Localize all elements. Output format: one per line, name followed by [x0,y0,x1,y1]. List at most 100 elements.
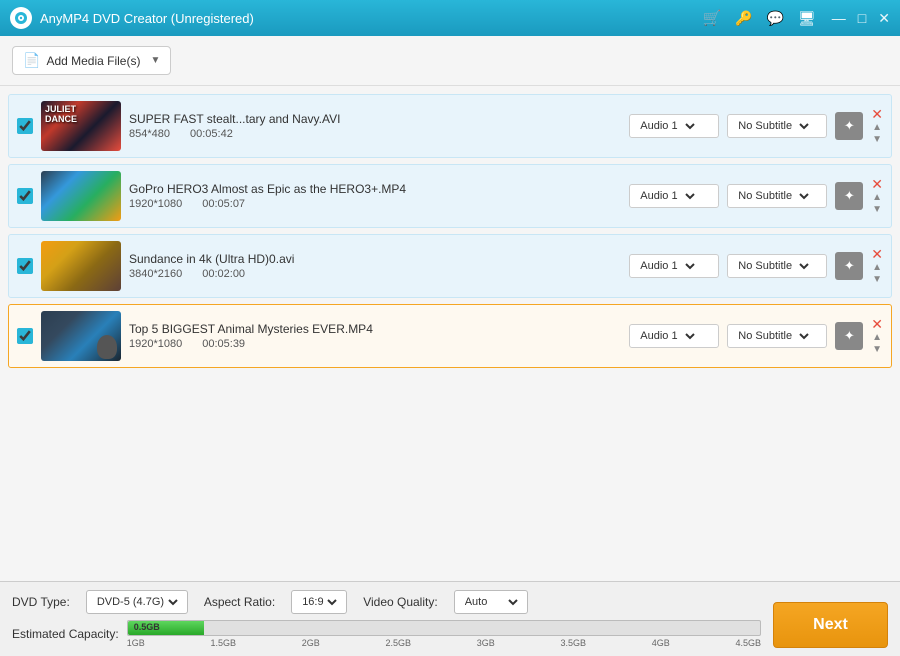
thumbnail-1: JULIETDANCE [41,101,121,151]
delete-button-3[interactable]: ✕ [871,247,883,261]
edit-button-1[interactable]: ✦ [835,112,863,140]
media-info-2: GoPro HERO3 Almost as Epic as the HERO3+… [129,182,621,210]
tick-25gb: 2.5GB [385,638,411,648]
app-title: AnyMP4 DVD Creator (Unregistered) [40,11,702,26]
move-down-button-3[interactable]: ▼ [872,274,882,286]
add-media-label: Add Media File(s) [46,54,140,68]
tick-35gb: 3.5GB [560,638,586,648]
move-down-button-2[interactable]: ▼ [872,204,882,216]
subtitle-dropdown-4[interactable]: No Subtitle Subtitle 1 [734,329,812,343]
audio-dropdown-1[interactable]: Audio 1 Audio 2 [636,119,698,133]
add-media-icon: 📄 [23,52,40,69]
media-info-3: Sundance in 4k (Ultra HD)0.avi 3840*2160… [129,252,621,280]
tick-1gb: 1GB [127,638,145,648]
audio-dropdown-2[interactable]: Audio 1 Audio 2 [636,189,698,203]
subtitle-select-2[interactable]: No Subtitle Subtitle 1 [727,184,827,208]
media-list: JULIETDANCE SUPER FAST stealt...tary and… [0,86,900,581]
row-actions-2: ✕ ▲ ▼ [871,177,883,216]
duration-2: 00:05:07 [202,198,245,210]
move-down-button-1[interactable]: ▼ [872,134,882,146]
maximize-button[interactable]: □ [858,10,866,26]
capacity-row: Estimated Capacity: 0.5GB 1GB 1.5GB 2GB … [12,620,761,648]
tick-3gb: 3GB [477,638,495,648]
dvd-type-dropdown[interactable]: DVD-5 (4.7G) DVD-9 (8.5G) [93,595,181,609]
table-row: Sundance in 4k (Ultra HD)0.avi 3840*2160… [8,234,892,298]
subtitle-dropdown-3[interactable]: No Subtitle Subtitle 1 [734,259,812,273]
move-up-button-3[interactable]: ▲ [872,262,882,274]
minimize-button[interactable]: — [832,10,846,26]
subtitle-select-3[interactable]: No Subtitle Subtitle 1 [727,254,827,278]
aspect-ratio-select[interactable]: 16:9 4:3 [291,590,347,614]
cart-icon[interactable]: 🛒 [702,9,721,27]
audio-select-3[interactable]: Audio 1 Audio 2 [629,254,719,278]
filename-4: Top 5 BIGGEST Animal Mysteries EVER.MP4 [129,322,621,336]
add-media-dropdown-arrow: ▼ [150,55,160,66]
resolution-3: 3840*2160 [129,268,182,280]
row-checkbox-4[interactable] [17,328,33,344]
thumbnail-4 [41,311,121,361]
add-media-button[interactable]: 📄 Add Media File(s) ▼ [12,46,171,75]
audio-dropdown-4[interactable]: Audio 1 Audio 2 [636,329,698,343]
move-down-button-4[interactable]: ▼ [872,344,882,356]
thumbnail-2 [41,171,121,221]
edit-button-3[interactable]: ✦ [835,252,863,280]
tick-15gb: 1.5GB [210,638,236,648]
move-up-button-4[interactable]: ▲ [872,332,882,344]
resolution-1: 854*480 [129,128,170,140]
video-quality-label: Video Quality: [363,595,438,609]
audio-select-2[interactable]: Audio 1 Audio 2 [629,184,719,208]
subtitle-select-4[interactable]: No Subtitle Subtitle 1 [727,324,827,348]
next-button[interactable]: Next [773,602,888,648]
delete-button-2[interactable]: ✕ [871,177,883,191]
row-checkbox-3[interactable] [17,258,33,274]
bottom-controls: DVD Type: DVD-5 (4.7G) DVD-9 (8.5G) Aspe… [12,590,761,614]
move-up-button-1[interactable]: ▲ [872,122,882,134]
title-bar: AnyMP4 DVD Creator (Unregistered) 🛒 🔑 💬 … [0,0,900,36]
subtitle-dropdown-2[interactable]: No Subtitle Subtitle 1 [734,189,812,203]
table-row: Top 5 BIGGEST Animal Mysteries EVER.MP4 … [8,304,892,368]
audio-select-1[interactable]: Audio 1 Audio 2 [629,114,719,138]
edit-button-2[interactable]: ✦ [835,182,863,210]
thumbnail-3 [41,241,121,291]
tick-2gb: 2GB [302,638,320,648]
app-logo [10,7,32,29]
bottom-bar: DVD Type: DVD-5 (4.7G) DVD-9 (8.5G) Aspe… [0,581,900,656]
title-bar-icons: 🛒 🔑 💬 🖥 [702,9,815,27]
duration-3: 00:02:00 [202,268,245,280]
capacity-bar-wrapper: 0.5GB 1GB 1.5GB 2GB 2.5GB 3GB 3.5GB 4GB … [127,620,761,648]
audio-select-4[interactable]: Audio 1 Audio 2 [629,324,719,348]
close-button[interactable]: ✕ [878,10,890,27]
duration-4: 00:05:39 [202,338,245,350]
media-info-4: Top 5 BIGGEST Animal Mysteries EVER.MP4 … [129,322,621,350]
subtitle-select-1[interactable]: No Subtitle Subtitle 1 [727,114,827,138]
resolution-2: 1920*1080 [129,198,182,210]
tick-4gb: 4GB [652,638,670,648]
dvd-type-label: DVD Type: [12,595,70,609]
thumb-label-1: JULIETDANCE [45,105,77,125]
aspect-ratio-dropdown[interactable]: 16:9 4:3 [298,595,340,609]
screen-icon[interactable]: 🖥 [798,10,816,27]
move-up-button-2[interactable]: ▲ [872,192,882,204]
toolbar: 📄 Add Media File(s) ▼ [0,36,900,86]
delete-button-4[interactable]: ✕ [871,317,883,331]
audio-dropdown-3[interactable]: Audio 1 Audio 2 [636,259,698,273]
edit-button-4[interactable]: ✦ [835,322,863,350]
dvd-type-select[interactable]: DVD-5 (4.7G) DVD-9 (8.5G) [86,590,188,614]
capacity-bar: 0.5GB [127,620,761,636]
row-actions-1: ✕ ▲ ▼ [871,107,883,146]
table-row: GoPro HERO3 Almost as Epic as the HERO3+… [8,164,892,228]
window-controls: — □ ✕ [832,10,890,27]
row-checkbox-1[interactable] [17,118,33,134]
video-quality-select[interactable]: Auto High Medium Low [454,590,528,614]
duration-1: 00:05:42 [190,128,233,140]
resolution-4: 1920*1080 [129,338,182,350]
video-quality-dropdown[interactable]: Auto High Medium Low [461,595,521,609]
subtitle-dropdown-1[interactable]: No Subtitle Subtitle 1 [734,119,812,133]
delete-button-1[interactable]: ✕ [871,107,883,121]
key-icon[interactable]: 🔑 [735,10,752,27]
row-actions-3: ✕ ▲ ▼ [871,247,883,286]
tick-45gb: 4.5GB [735,638,761,648]
chat-icon[interactable]: 💬 [767,10,784,27]
row-checkbox-2[interactable] [17,188,33,204]
table-row: JULIETDANCE SUPER FAST stealt...tary and… [8,94,892,158]
